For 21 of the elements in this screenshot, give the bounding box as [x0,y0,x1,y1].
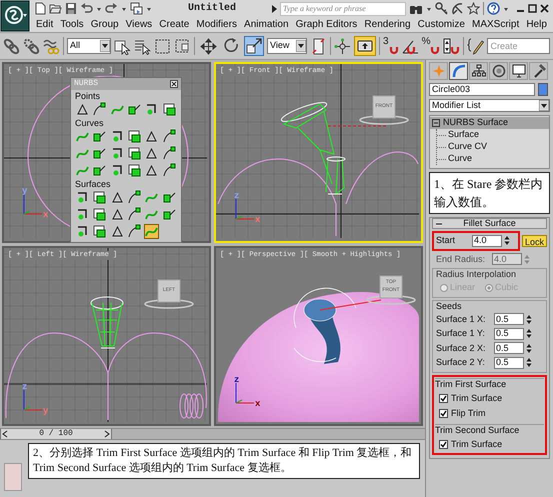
frame-counter: 0 / 100 [38,429,74,439]
field-label: Start [436,234,456,247]
section-label: Points [74,91,102,102]
field-label: Surface 2 Y: [436,356,486,369]
checkbox-label: Trim Surface [451,438,502,450]
window-title: Untitled [188,2,236,16]
annotation-callout: 2、分别选择 Trim First Surface 选项组内的 Trim Surface 和 Flip Trim 复选框，和 Trim Second Surface 选项组内的 Trim Surface 复选框。 [28,443,420,479]
field-label: Surface 1 Y: [436,327,486,340]
group-label: Radius Interpolation [436,269,518,280]
checkbox-label: Flip Trim [451,407,486,420]
field-label: Surface 2 X: [436,342,487,354]
group-label: Trim Second Surface [435,424,520,436]
group-label: Trim First Surface [435,378,508,390]
group-label: Seeds [436,300,463,312]
section-label: Curves [74,118,105,129]
section-label: Surfaces [74,179,112,190]
field-label: End Radius: [436,252,486,266]
field-label: Surface 1 X: [436,312,487,326]
checkbox-label: Trim Surface [451,392,502,404]
panel-title: NURBS [74,78,98,90]
annotation-callout: 1、在 Stare 参数栏内输入数值。 [429,172,550,214]
